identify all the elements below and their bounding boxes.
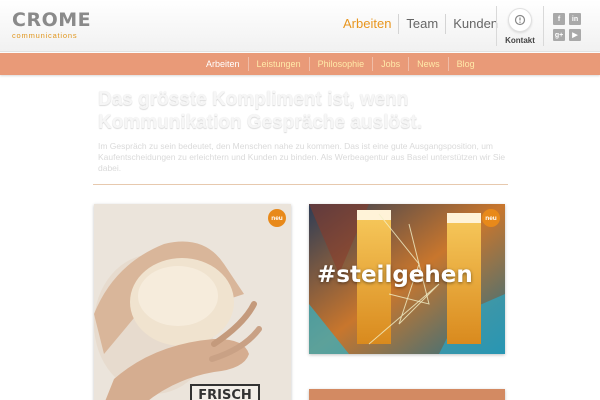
page-headline: Das grösste Kompliment ist, wenn Kommuni… bbox=[98, 89, 423, 133]
logo-tagline: communications bbox=[12, 31, 78, 40]
header-divider bbox=[543, 6, 544, 46]
project-tile-steilgehen[interactable]: #steilgehen neu bbox=[309, 204, 505, 354]
new-badge: neu bbox=[268, 209, 286, 227]
content-divider bbox=[93, 184, 508, 185]
new-badge: neu bbox=[482, 209, 500, 227]
sub-nav: Arbeiten Leistungen Philosophie Jobs New… bbox=[0, 53, 600, 75]
crome-logo[interactable]: CROME communications bbox=[12, 9, 92, 41]
sub-nav-philosophie[interactable]: Philosophie bbox=[308, 57, 373, 71]
kontakt-label: Kontakt bbox=[505, 36, 535, 45]
kontakt-button[interactable]: Kontakt bbox=[502, 8, 538, 45]
main-nav-arbeiten[interactable]: Arbeiten bbox=[336, 14, 398, 34]
contact-icon bbox=[508, 8, 532, 32]
project-tile-frisch[interactable]: FRISCH neu bbox=[94, 204, 291, 400]
facebook-icon[interactable]: f bbox=[553, 13, 565, 25]
steilgehen-hashtag: #steilgehen bbox=[317, 262, 473, 288]
dough-hands-image bbox=[94, 204, 291, 400]
main-nav-team[interactable]: Team bbox=[398, 14, 445, 34]
site-header: CROME communications Arbeiten Team Kunde… bbox=[0, 0, 600, 52]
youtube-icon[interactable]: ▶ bbox=[569, 29, 581, 41]
header-divider bbox=[496, 6, 497, 46]
sub-nav-news[interactable]: News bbox=[408, 57, 448, 71]
sub-nav-blog[interactable]: Blog bbox=[447, 57, 483, 71]
googleplus-icon[interactable]: g+ bbox=[553, 29, 565, 41]
frisch-sign: FRISCH bbox=[190, 384, 260, 400]
intro-text: Im Gespräch zu sein bedeutet, den Mensch… bbox=[98, 141, 506, 173]
social-links: f in g+ ▶ bbox=[553, 13, 581, 41]
sub-nav-arbeiten[interactable]: Arbeiten bbox=[198, 57, 248, 71]
logo-wordmark: CROME bbox=[12, 9, 92, 31]
sub-nav-leistungen[interactable]: Leistungen bbox=[247, 57, 309, 71]
linkedin-icon[interactable]: in bbox=[569, 13, 581, 25]
sub-nav-jobs[interactable]: Jobs bbox=[372, 57, 408, 71]
main-nav: Arbeiten Team Kunden bbox=[336, 14, 505, 34]
project-tile-next[interactable] bbox=[309, 389, 505, 400]
